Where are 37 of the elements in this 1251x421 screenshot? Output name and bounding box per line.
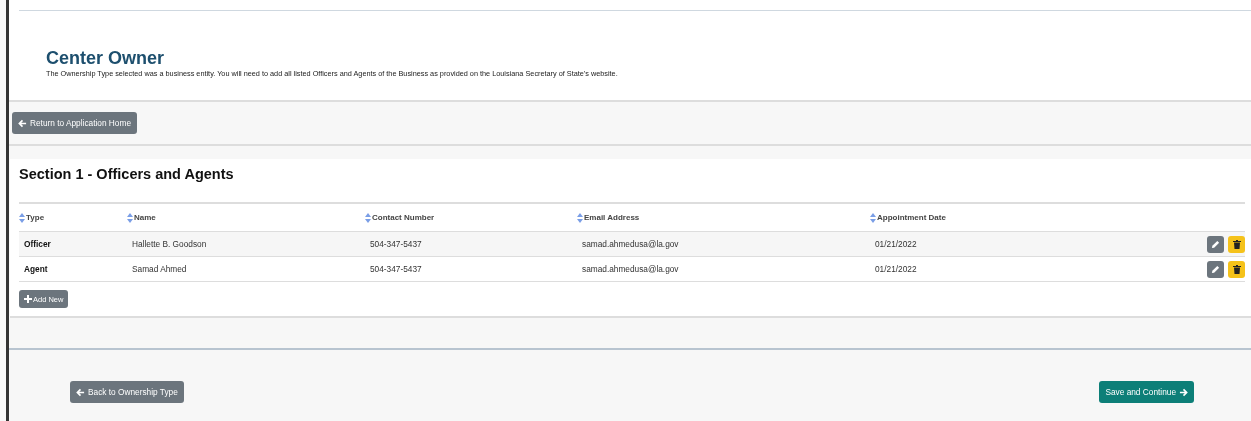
back-button[interactable]: Back to Ownership Type	[70, 381, 184, 403]
return-button[interactable]: Return to Application Home	[12, 112, 137, 134]
plus-icon	[24, 295, 32, 303]
arrow-right-icon	[1179, 387, 1188, 397]
table-cell-text: 504-347-5437	[369, 239, 423, 249]
table-cell-text: 504-347-5437	[369, 264, 423, 274]
edit-button[interactable]	[1207, 235, 1224, 253]
table-cell-text: samad.ahmedusa@la.gov	[581, 239, 680, 249]
delete-button[interactable]	[1228, 235, 1245, 253]
trash-icon	[1232, 264, 1241, 274]
sort-icon	[577, 212, 583, 223]
column-header[interactable]: Email Address	[577, 212, 870, 223]
sort-icon	[870, 212, 876, 223]
column-header[interactable]: Name	[127, 212, 365, 223]
column-header[interactable]: Type	[19, 212, 127, 223]
sort-icon	[19, 212, 25, 223]
section-title: Section 1 - Officers and Agents	[19, 165, 1245, 204]
delete-button[interactable]	[1228, 260, 1245, 278]
arrow-left-icon	[18, 118, 27, 128]
arrow-left-icon	[76, 387, 85, 397]
edit-button[interactable]	[1207, 260, 1224, 278]
sort-icon	[365, 212, 371, 223]
pencil-icon	[1211, 239, 1220, 249]
column-header[interactable]: Contact Number	[365, 212, 577, 223]
table-cell-text: Hallette B. Goodson	[131, 239, 208, 249]
page-title: Center Owner	[46, 48, 166, 68]
column-header[interactable]: Appointment Date	[870, 212, 1193, 223]
table-cell-text: 01/21/2022	[874, 264, 918, 274]
table-cell-text: Agent	[23, 264, 49, 274]
sort-icon	[127, 212, 133, 223]
pencil-icon	[1211, 264, 1220, 274]
table-cell-text: Officer	[23, 239, 52, 249]
save-continue-button[interactable]: Save and Continue	[1099, 381, 1194, 403]
table-cell-text: samad.ahmedusa@la.gov	[581, 264, 680, 274]
table-cell-text: Samad Ahmed	[131, 264, 188, 274]
trash-icon	[1232, 239, 1241, 249]
table-cell-text: 01/21/2022	[874, 239, 918, 249]
